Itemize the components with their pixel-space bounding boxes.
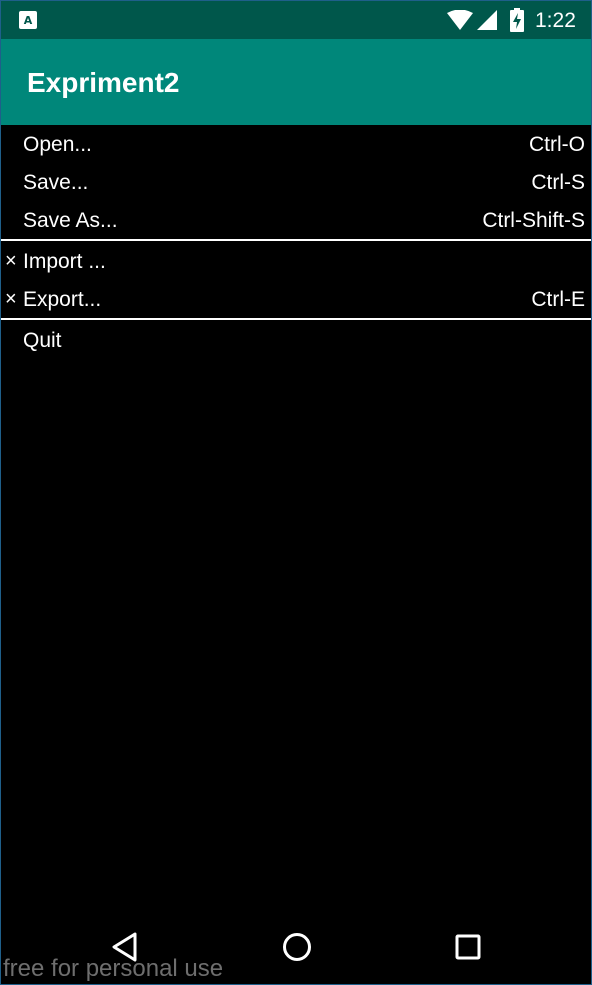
app-notification-icon: A <box>19 11 37 29</box>
menu-item-mark: × <box>5 250 17 272</box>
menu-item-shortcut: Ctrl-S <box>531 171 585 194</box>
notification-icon-letter: A <box>23 13 33 27</box>
cell-signal-icon <box>477 10 497 30</box>
status-bar: A 1:22 <box>1 1 591 39</box>
menu-item-open[interactable]: Open... Ctrl-O <box>1 126 591 164</box>
menu-item-mark: × <box>5 288 17 310</box>
menu-item-import[interactable]: × Import ... <box>1 243 591 281</box>
menu-item-save[interactable]: Save... Ctrl-S <box>1 164 591 202</box>
menu-item-label: Quit <box>23 329 62 352</box>
menu-separator <box>1 239 591 241</box>
menu-item-export[interactable]: × Export... Ctrl-E <box>1 281 591 319</box>
wifi-icon <box>447 10 473 30</box>
home-icon[interactable] <box>282 932 312 962</box>
battery-charging-icon <box>510 8 524 32</box>
menu-item-label: Import ... <box>23 250 106 273</box>
menu-item-label: Open... <box>23 133 92 156</box>
menu-item-label: Export... <box>23 288 102 311</box>
recents-icon[interactable] <box>455 934 481 960</box>
menu-item-label: Save... <box>23 171 89 194</box>
app-title: Expriment2 <box>27 67 180 98</box>
status-clock: 1:22 <box>535 9 576 32</box>
watermark-text: free for personal use <box>3 955 224 982</box>
menu-item-label: Save As... <box>23 209 118 232</box>
menu-item-shortcut: Ctrl-E <box>531 288 585 311</box>
menu-item-save-as[interactable]: Save As... Ctrl-Shift-S <box>1 202 591 240</box>
device-screen: A 1:22 Expriment2 Open... Ctrl-O Save...… <box>0 0 592 985</box>
app-bar: Expriment2 <box>1 39 591 125</box>
menu-separator <box>1 318 591 320</box>
menu-item-shortcut: Ctrl-O <box>529 133 585 156</box>
menu-item-quit[interactable]: Quit <box>1 322 591 360</box>
menu-item-shortcut: Ctrl-Shift-S <box>482 209 585 232</box>
